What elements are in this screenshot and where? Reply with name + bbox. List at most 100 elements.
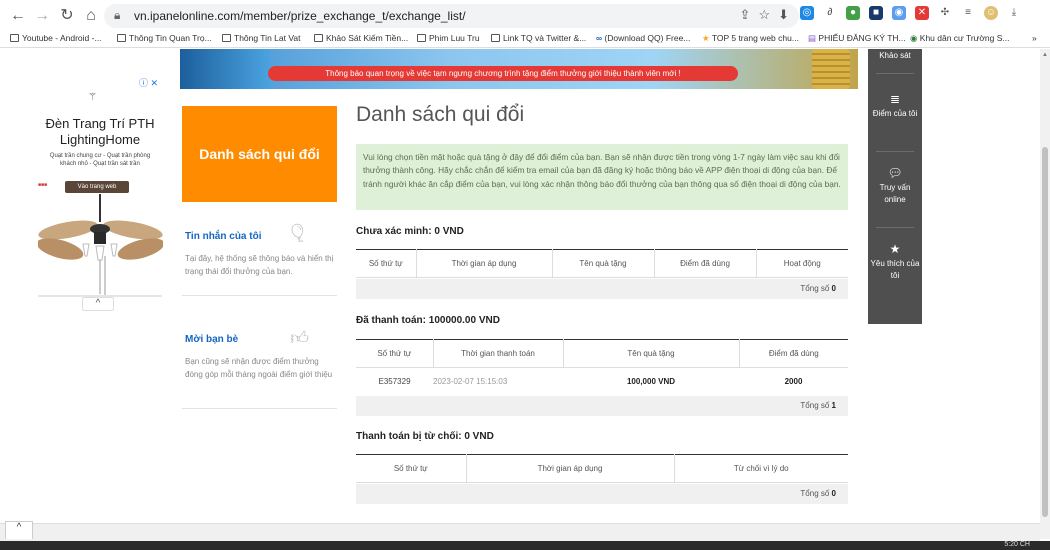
- paid-total: Tổng số 1: [356, 396, 848, 416]
- my-points-link[interactable]: ≣ Điểm của tôi: [868, 93, 922, 120]
- unconfirmed-title: Chưa xác minh: 0 VND: [356, 226, 464, 237]
- banner-left-art: [180, 49, 270, 89]
- folder-icon: [117, 34, 126, 42]
- bookmark-item[interactable]: Thông Tin Quan Trọ...: [117, 33, 212, 43]
- bookmark-item[interactable]: ∞ (Download QQ) Free...: [596, 33, 690, 43]
- folder-icon: [222, 34, 231, 42]
- back-icon[interactable]: ←: [8, 6, 28, 26]
- bookmark-star-icon[interactable]: ☆: [758, 7, 770, 23]
- ad-panel[interactable]: ⓘ ✕ ⚚ Đèn Trang Trí PTH LightingHome Quạ…: [30, 74, 170, 309]
- ad-title[interactable]: Đèn Trang Trí PTH LightingHome: [30, 116, 170, 148]
- ceiling-fan-image: [38, 194, 163, 298]
- col-header: Tên quà tặng: [563, 339, 740, 368]
- favorites-label: Yêu thích của tôi: [870, 259, 920, 280]
- col-header: Điểm đã dùng: [739, 339, 848, 368]
- total-value: 0: [831, 489, 836, 498]
- scroll-up-icon[interactable]: ▲: [1042, 52, 1048, 58]
- folder-icon: [10, 34, 19, 42]
- forward-icon[interactable]: →: [32, 6, 52, 26]
- info-notice: Vui lòng chọn tiền mặt hoặc quà tặng ở đ…: [356, 144, 848, 210]
- divider: [876, 73, 914, 74]
- total-label: Tổng số: [800, 284, 830, 293]
- page-scrollbar[interactable]: ▲: [1040, 49, 1050, 539]
- scroll-top-button[interactable]: ^: [5, 521, 33, 539]
- star-icon: ★: [702, 33, 712, 43]
- extension-icon[interactable]: ◎: [800, 6, 814, 20]
- folder-icon: [417, 34, 426, 42]
- invite-text: Bạn cũng sẽ nhận được điểm thưởng đóng g…: [185, 357, 333, 379]
- download-app-icon[interactable]: ⬇: [778, 7, 789, 23]
- paid-table: Số thứ tự Thời gian thanh toán Tên quà t…: [356, 339, 848, 395]
- total-label: Tổng số: [800, 489, 830, 498]
- ad-collapse-button[interactable]: ^: [82, 297, 114, 311]
- unconfirmed-total: Tổng số 0: [356, 279, 848, 299]
- rejected-title: Thanh toán bị từ chối: 0 VND: [356, 431, 494, 442]
- invite-block[interactable]: Mời bạn bè Bạn cũng sẽ nhận được điểm th…: [182, 319, 337, 409]
- ad-close-icon[interactable]: ⓘ ✕: [139, 76, 158, 89]
- col-header: Điểm đã dùng: [654, 249, 757, 278]
- url-text[interactable]: vn.ipanelonline.com/member/prize_exchang…: [134, 9, 466, 23]
- ad-visit-button[interactable]: Vào trang web: [65, 181, 129, 193]
- extension-icon[interactable]: ●: [846, 6, 860, 20]
- balloon-icon: 🎈︎: [286, 223, 309, 243]
- ad-logo: ■■■: [38, 182, 48, 188]
- folder-icon: [314, 34, 323, 42]
- survey-link[interactable]: Khảo sát: [868, 50, 922, 62]
- page-title: Danh sách qui đổi: [356, 103, 525, 126]
- coins-icon: [812, 49, 850, 89]
- home-icon[interactable]: ⌂: [81, 6, 101, 26]
- online-support-label: Truy vấn online: [879, 183, 911, 204]
- reload-icon[interactable]: ↻: [57, 6, 77, 26]
- favorites-link[interactable]: ★ Yêu thích của tôi: [868, 243, 922, 282]
- col-header: Hoạt động: [756, 249, 848, 278]
- extensions-area: ◎ ∂ ● ■ ◉ ✕ ✣ ≡ ☺ ⤓: [800, 6, 1021, 20]
- database-icon: ≣: [889, 92, 901, 106]
- chat-icon: 💬︎: [887, 166, 903, 180]
- bookmark-item[interactable]: ▤ PHIẾU ĐĂNG KÝ TH...: [808, 33, 906, 44]
- lock-icon: 🔒︎: [114, 8, 121, 22]
- address-bar[interactable]: 🔒︎ vn.ipanelonline.com/member/prize_exch…: [104, 4, 799, 28]
- bookmark-item[interactable]: Thông Tin Lat Vat: [222, 33, 300, 43]
- ad-small-fan-icon: ⚚: [88, 92, 97, 103]
- col-header: Thời gian thanh toán: [433, 339, 564, 368]
- messages-title[interactable]: Tin nhắn của tôi: [185, 231, 337, 242]
- puzzle-icon[interactable]: ✣: [938, 6, 952, 20]
- extension-icon[interactable]: ■: [869, 6, 883, 20]
- col-header: Số thứ tự: [356, 339, 434, 368]
- right-float-panel: Khảo sát ≣ Điểm của tôi 💬︎ Truy vấn onli…: [868, 49, 922, 324]
- extension-icon[interactable]: ◉: [892, 6, 906, 20]
- banner-notice[interactable]: Thông báo quan trọng về việc tạm ngưng c…: [268, 66, 738, 81]
- invite-title[interactable]: Mời bạn bè: [185, 334, 337, 345]
- promo-banner[interactable]: Thông báo quan trọng về việc tạm ngưng c…: [180, 49, 858, 89]
- col-header: Số thứ tự: [356, 249, 417, 278]
- online-support-link[interactable]: 💬︎ Truy vấn online: [868, 167, 922, 206]
- bookmark-item[interactable]: ◉ Khu dân cư Trường S...: [910, 33, 1010, 44]
- row-time: 2023-02-07 15:15:03: [433, 376, 508, 386]
- extension-icon[interactable]: ∂: [823, 6, 837, 20]
- my-points-label: Điểm của tôi: [872, 109, 918, 118]
- bookmark-item[interactable]: Link TQ và Twitter &...: [491, 33, 586, 43]
- table-row: E357329 2023-02-07 15:15:03 100,000 VND …: [356, 368, 848, 395]
- chevron-up-icon: ^: [16, 522, 22, 533]
- col-header: Tên quà tặng: [552, 249, 655, 278]
- bookmark-item[interactable]: ★ TOP 5 trang web chu...: [702, 33, 799, 44]
- col-header: Thời gian áp dụng: [466, 454, 675, 483]
- scroll-thumb[interactable]: [1042, 147, 1048, 517]
- bookmark-item[interactable]: Phim Luu Tru: [417, 33, 480, 43]
- star-icon: ★: [889, 242, 901, 256]
- sidebar-heading[interactable]: Danh sách qui đổi: [182, 106, 337, 202]
- col-header: Số thứ tự: [356, 454, 467, 483]
- browser-toolbar: ← → ↻ ⌂ 🔒︎ vn.ipanelonline.com/member/pr…: [0, 0, 1050, 32]
- share-icon[interactable]: ⇪: [740, 7, 751, 23]
- bookmark-item[interactable]: Youtube - Android -...: [10, 33, 102, 43]
- reading-list-icon[interactable]: ≡: [961, 6, 975, 20]
- paid-title: Đã thanh toán: 100000.00 VND: [356, 315, 500, 326]
- extension-icon[interactable]: ✕: [915, 6, 929, 20]
- more-bookmarks[interactable]: »: [1032, 33, 1037, 43]
- bookmark-item[interactable]: Khảo Sát Kiếm Tiền...: [314, 33, 408, 43]
- messages-block[interactable]: Tin nhắn của tôi Tại đây, hệ thống sẽ th…: [182, 219, 337, 296]
- download-icon[interactable]: ⤓: [1007, 6, 1021, 20]
- page-bottom-strip: [0, 523, 1040, 541]
- total-value: 1: [831, 401, 836, 410]
- avatar[interactable]: ☺: [984, 6, 998, 20]
